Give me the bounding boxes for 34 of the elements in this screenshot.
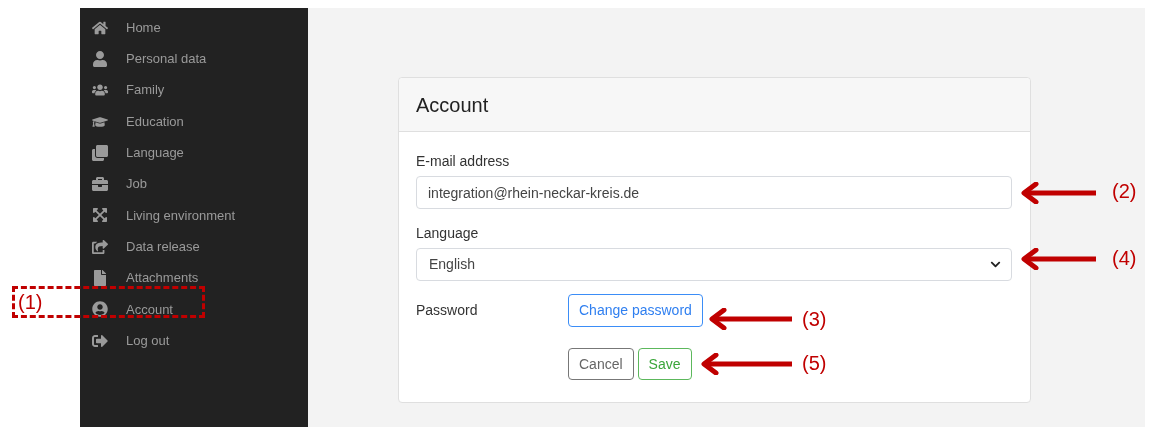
person-icon	[92, 50, 108, 67]
people-icon	[92, 82, 108, 99]
sidebar-item[interactable]: Education	[80, 105, 308, 138]
sign-out-icon	[92, 332, 108, 349]
annotation-label: (2)	[1112, 179, 1137, 204]
home-icon	[92, 19, 108, 36]
annotation-label: (4)	[1112, 246, 1137, 271]
briefcase-icon	[92, 176, 108, 193]
sidebar-item[interactable]: Family	[80, 74, 308, 106]
sidebar-item[interactable]: Data release	[80, 231, 308, 263]
sidebar-item[interactable]: Log out	[80, 324, 308, 357]
chevron-down-icon	[990, 259, 1001, 270]
field-label: Password	[416, 301, 479, 320]
sidebar-item[interactable]: Home	[80, 12, 308, 44]
sidebar-item[interactable]: Attachments	[80, 262, 308, 294]
sidebar-item[interactable]: Living environment	[80, 199, 308, 232]
annotation-label: (5)	[802, 351, 827, 376]
file-icon	[92, 270, 108, 286]
expand-arrows-icon	[92, 207, 108, 224]
save-button[interactable]: Save	[637, 348, 692, 380]
field-label: Language	[416, 224, 480, 243]
email-field[interactable]: integration@rhein-neckar-kreis.de	[416, 176, 1012, 209]
sidebar-item[interactable]: Personal data	[80, 43, 308, 75]
sidebar-item[interactable]: Job	[80, 168, 308, 200]
cancel-button[interactable]: Cancel	[568, 348, 634, 380]
annotation-label: (3)	[802, 307, 827, 332]
change-password-button[interactable]: Change password	[568, 294, 703, 327]
share-icon	[92, 238, 108, 255]
sidebar-item[interactable]: Language	[80, 137, 308, 169]
language-select[interactable]: English	[416, 248, 1012, 281]
sidebar-item[interactable]: Account	[80, 293, 308, 325]
overlapping-squares-icon	[92, 144, 108, 161]
card-title: Account	[416, 92, 489, 118]
field-label: E-mail address	[416, 152, 511, 171]
